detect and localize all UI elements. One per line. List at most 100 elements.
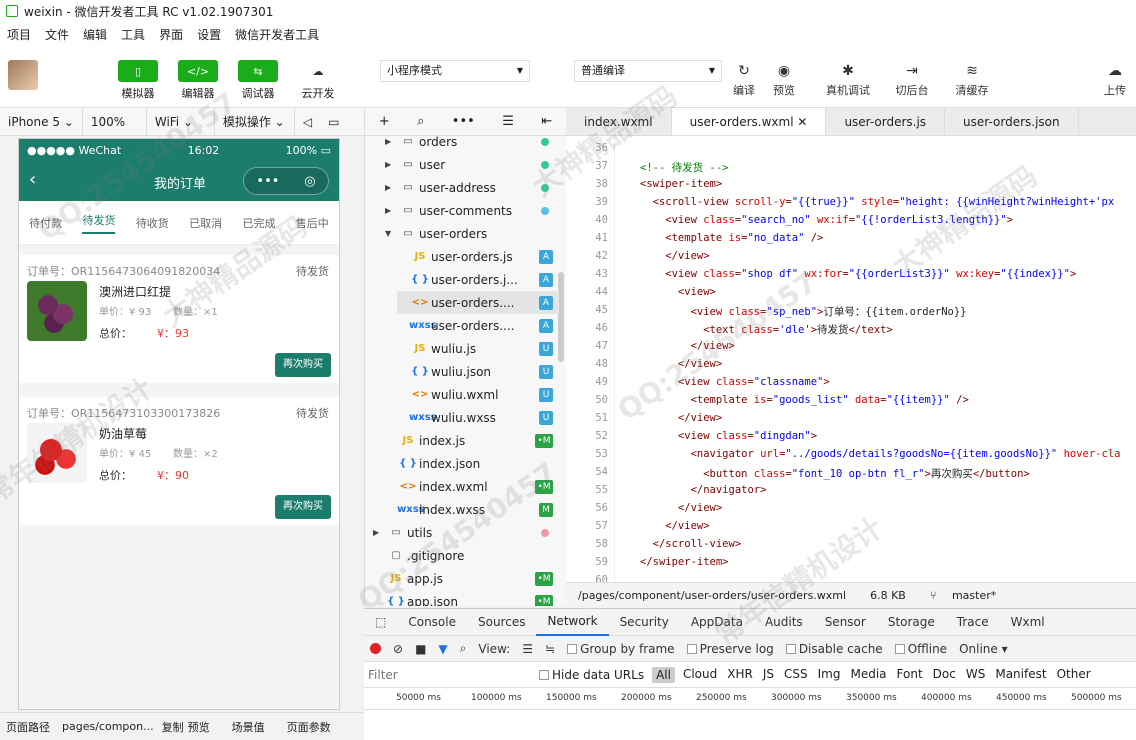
devtools-tab[interactable]: Sensor <box>814 609 877 635</box>
file-item[interactable]: <> user-orders.... A <box>397 291 559 314</box>
camera-icon[interactable]: ■ <box>409 642 432 656</box>
product-image[interactable] <box>27 281 87 341</box>
file-item[interactable]: JS user-orders.js A <box>397 245 559 268</box>
backend-button[interactable]: ⇥ 切后台 <box>892 60 932 98</box>
type-filter[interactable]: XHR <box>722 667 758 683</box>
offline-checkbox[interactable]: Offline <box>889 642 953 656</box>
order-tab[interactable]: 待付款 <box>29 215 62 231</box>
editor-tab[interactable]: index.wxml <box>566 108 672 135</box>
devtools-tab[interactable]: Sources <box>467 609 536 635</box>
menu-item[interactable]: 工具 <box>114 26 152 43</box>
buy-again-button[interactable]: 再次购买 <box>275 353 331 377</box>
close-circle-icon[interactable]: ◎ <box>304 174 315 189</box>
order-tab[interactable]: 已取消 <box>189 215 222 231</box>
operation-select[interactable]: 模拟操作 ⌄ <box>215 107 295 136</box>
hide-data-urls-checkbox[interactable]: Hide data URLs <box>534 668 649 682</box>
mode-select[interactable]: 小程序模式 ▼ <box>380 60 530 82</box>
cloud-button[interactable]: ☁ 云开发 <box>288 60 348 101</box>
menu-item[interactable]: 编辑 <box>76 26 114 43</box>
file-item[interactable]: ▶ ▭ user-address <box>385 176 559 199</box>
product-image[interactable] <box>27 423 87 483</box>
devtools-tab[interactable]: Console <box>397 609 467 635</box>
git-branch[interactable]: ⑂ master* <box>918 589 1020 602</box>
search-icon[interactable]: ⌕ <box>454 641 473 656</box>
more-icon[interactable]: ••• <box>256 174 279 189</box>
menu-item[interactable]: 项目 <box>0 26 38 43</box>
file-item[interactable]: ▶ ▭ user-comments <box>385 199 559 222</box>
window-icon[interactable]: ▭ <box>320 108 347 136</box>
inspect-icon[interactable]: ⬚ <box>364 609 397 635</box>
debugger-button[interactable]: ⇆ 调试器 <box>228 60 288 101</box>
list-icon[interactable]: ☰ <box>502 114 514 129</box>
clear-cache-button[interactable]: ≋ 清缓存 <box>952 60 992 98</box>
clear-icon[interactable]: ⊘ <box>387 642 409 656</box>
zoom-select[interactable]: 100% ⌄ <box>83 107 147 157</box>
editor-tab[interactable]: user-orders.js <box>826 108 946 135</box>
buy-again-button[interactable]: 再次购买 <box>275 495 331 519</box>
filter-icon[interactable]: ▼ <box>432 642 453 656</box>
type-filter[interactable]: WS <box>961 667 990 683</box>
more-icon[interactable]: ••• <box>452 114 475 129</box>
type-filter[interactable]: Cloud <box>678 667 722 683</box>
type-filter[interactable]: Doc <box>928 667 961 683</box>
close-icon[interactable]: ✕ <box>794 115 807 129</box>
avatar[interactable] <box>8 60 38 90</box>
file-item[interactable]: ▶ ▭ utils <box>373 521 559 544</box>
menu-item[interactable]: 文件 <box>38 26 76 43</box>
menu-item[interactable]: 设置 <box>190 26 228 43</box>
type-filter[interactable]: JS <box>758 667 779 683</box>
collapse-icon[interactable]: ⇤ <box>541 114 552 129</box>
file-item[interactable]: wxss index.wxss M <box>385 498 559 521</box>
compile-select[interactable]: 普通编译 ▼ <box>574 60 722 82</box>
devtools-tab[interactable]: Security <box>609 609 680 635</box>
list-view-icon[interactable]: ☰ <box>516 642 539 656</box>
file-item[interactable]: { } app.json •M <box>373 590 559 606</box>
file-item[interactable]: { } user-orders.j... A <box>397 268 559 291</box>
file-item[interactable]: JS app.js •M <box>373 567 559 590</box>
remote-debug-button[interactable]: ✱ 真机调试 <box>822 60 874 98</box>
simulator-button[interactable]: ▯ 模拟器 <box>108 60 168 101</box>
file-item[interactable]: ▢ .gitignore <box>373 544 559 567</box>
menu-item[interactable]: 界面 <box>152 26 190 43</box>
copy-link[interactable]: 复制 <box>160 719 186 735</box>
preview-button[interactable]: ◉ 预览 <box>770 60 798 98</box>
file-item[interactable]: <> wuliu.wxml U <box>397 383 559 406</box>
compile-button[interactable]: ↻ 编译 <box>730 60 758 98</box>
file-item[interactable]: ▶ ▭ user <box>385 153 559 176</box>
order-tab[interactable]: 待收货 <box>136 215 169 231</box>
preserve-log-checkbox[interactable]: Preserve log <box>681 642 780 656</box>
file-item[interactable]: { } wuliu.json U <box>397 360 559 383</box>
type-filter[interactable]: Font <box>892 667 928 683</box>
editor-button[interactable]: </> 编辑器 <box>168 60 228 101</box>
network-select[interactable]: WiFi ⌄ <box>147 107 215 136</box>
volume-icon[interactable]: ◁ <box>295 108 320 136</box>
file-item[interactable]: <> index.wxml •M <box>385 475 559 498</box>
file-item[interactable]: ▼ ▭ user-orders <box>385 222 559 245</box>
file-item[interactable]: { } index.json <box>385 452 559 475</box>
add-icon[interactable]: + <box>379 114 390 129</box>
devtools-tab[interactable]: Storage <box>877 609 946 635</box>
file-item[interactable]: JS wuliu.js U <box>397 337 559 360</box>
file-item[interactable]: wxss wuliu.wxss U <box>397 406 559 429</box>
search-icon[interactable]: ⌕ <box>417 114 424 129</box>
filter-input[interactable] <box>364 664 534 685</box>
file-item[interactable]: JS index.js •M <box>385 429 559 452</box>
devtools-tab[interactable]: Audits <box>754 609 814 635</box>
disable-cache-checkbox[interactable]: Disable cache <box>780 642 889 656</box>
editor-tab[interactable]: user-orders.wxml ✕ <box>671 108 827 135</box>
devtools-tab[interactable]: AppData <box>680 609 754 635</box>
order-tab[interactable]: 售后中 <box>296 215 329 231</box>
file-item[interactable]: ▶ ▭ orders <box>385 136 559 153</box>
waterfall-icon[interactable]: ≒ <box>539 642 561 656</box>
type-filter[interactable]: Media <box>845 667 891 683</box>
type-filter[interactable]: Other <box>1052 667 1096 683</box>
device-select[interactable]: iPhone 5 ⌄ <box>0 107 83 136</box>
throttle-select[interactable]: Online ▾ <box>953 642 1014 656</box>
params-label[interactable]: 页面参数 <box>281 719 337 735</box>
type-filter[interactable]: All <box>652 666 675 683</box>
file-item[interactable]: wxss user-orders.... A <box>397 314 559 337</box>
preview-link[interactable]: 预览 <box>186 719 212 735</box>
scene-label[interactable]: 场景值 <box>226 719 271 735</box>
devtools-tab[interactable]: Network <box>536 608 609 636</box>
type-filter[interactable]: Img <box>813 667 846 683</box>
